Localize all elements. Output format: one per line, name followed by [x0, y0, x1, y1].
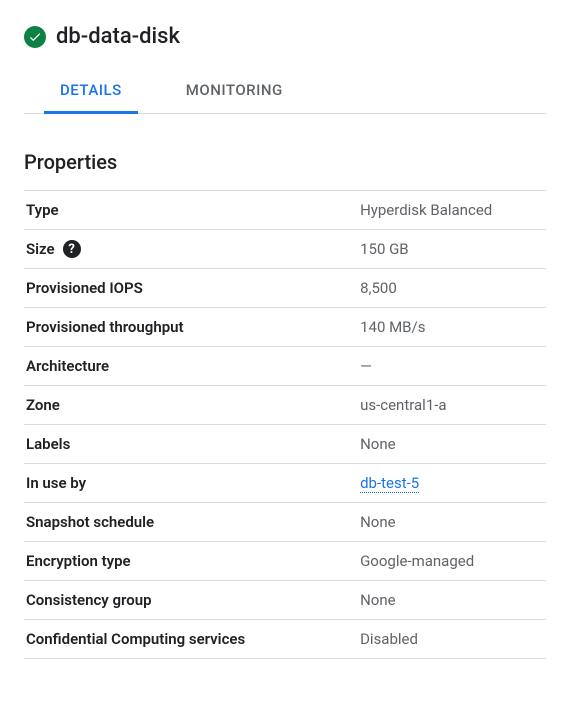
- property-value: db-test-5: [358, 464, 546, 503]
- property-label: Snapshot schedule: [26, 513, 356, 531]
- properties-section-title: Properties: [24, 150, 546, 174]
- property-label: In use by: [26, 474, 356, 492]
- property-label: Type: [26, 201, 356, 219]
- in-use-by-link[interactable]: db-test-5: [360, 474, 419, 493]
- table-row: In use by db-test-5: [24, 464, 546, 503]
- property-label-text: Confidential Computing services: [26, 630, 245, 648]
- property-label-text: In use by: [26, 474, 86, 492]
- tab-monitoring[interactable]: MONITORING: [170, 69, 299, 114]
- table-row: Type Hyperdisk Balanced: [24, 191, 546, 230]
- property-value: 140 MB/s: [358, 308, 546, 347]
- property-value: 150 GB: [358, 230, 546, 269]
- disk-name-title: db-data-disk: [56, 24, 180, 49]
- status-ready-icon: [24, 26, 46, 48]
- property-label-text: Provisioned IOPS: [26, 279, 143, 297]
- table-row: Snapshot schedule None: [24, 503, 546, 542]
- tab-details[interactable]: DETAILS: [44, 69, 138, 114]
- table-row: Confidential Computing services Disabled: [24, 620, 546, 659]
- property-value: 8,500: [358, 269, 546, 308]
- property-label: Size?: [26, 240, 356, 258]
- property-value: None: [358, 425, 546, 464]
- table-row: Consistency group None: [24, 581, 546, 620]
- property-label: Provisioned IOPS: [26, 279, 356, 297]
- property-label-text: Provisioned throughput: [26, 318, 184, 336]
- property-label-text: Architecture: [26, 357, 109, 375]
- table-row: Zone us-central1-a: [24, 386, 546, 425]
- properties-table: TypeHyperdisk BalancedSize?150 GBProvisi…: [24, 190, 546, 659]
- property-value: —: [358, 347, 546, 386]
- property-value: None: [358, 503, 546, 542]
- property-value: Disabled: [358, 620, 546, 659]
- property-value: None: [358, 581, 546, 620]
- tab-bar: DETAILS MONITORING: [24, 69, 546, 114]
- property-label: Architecture: [26, 357, 356, 375]
- property-value: Google-managed: [358, 542, 546, 581]
- help-icon[interactable]: ?: [63, 240, 81, 258]
- property-label: Provisioned throughput: [26, 318, 356, 336]
- property-label-text: Consistency group: [26, 591, 152, 609]
- property-label-text: Zone: [26, 396, 60, 414]
- table-row: Encryption type Google-managed: [24, 542, 546, 581]
- table-row: Provisioned throughput 140 MB/s: [24, 308, 546, 347]
- property-label-text: Encryption type: [26, 552, 131, 570]
- property-label: Labels: [26, 435, 356, 453]
- table-row: Size?150 GB: [24, 230, 546, 269]
- property-label: Zone: [26, 396, 356, 414]
- property-label-text: Labels: [26, 435, 70, 453]
- property-label-text: Type: [26, 201, 59, 219]
- property-label: Confidential Computing services: [26, 630, 356, 648]
- table-row: Labels None: [24, 425, 546, 464]
- property-value: us-central1-a: [358, 386, 546, 425]
- property-label-text: Snapshot schedule: [26, 513, 154, 531]
- property-label-text: Size: [26, 240, 55, 258]
- property-value: Hyperdisk Balanced: [358, 191, 546, 230]
- property-label: Consistency group: [26, 591, 356, 609]
- page-header: db-data-disk: [24, 24, 546, 49]
- property-label: Encryption type: [26, 552, 356, 570]
- table-row: Provisioned IOPS 8,500: [24, 269, 546, 308]
- table-row: Architecture —: [24, 347, 546, 386]
